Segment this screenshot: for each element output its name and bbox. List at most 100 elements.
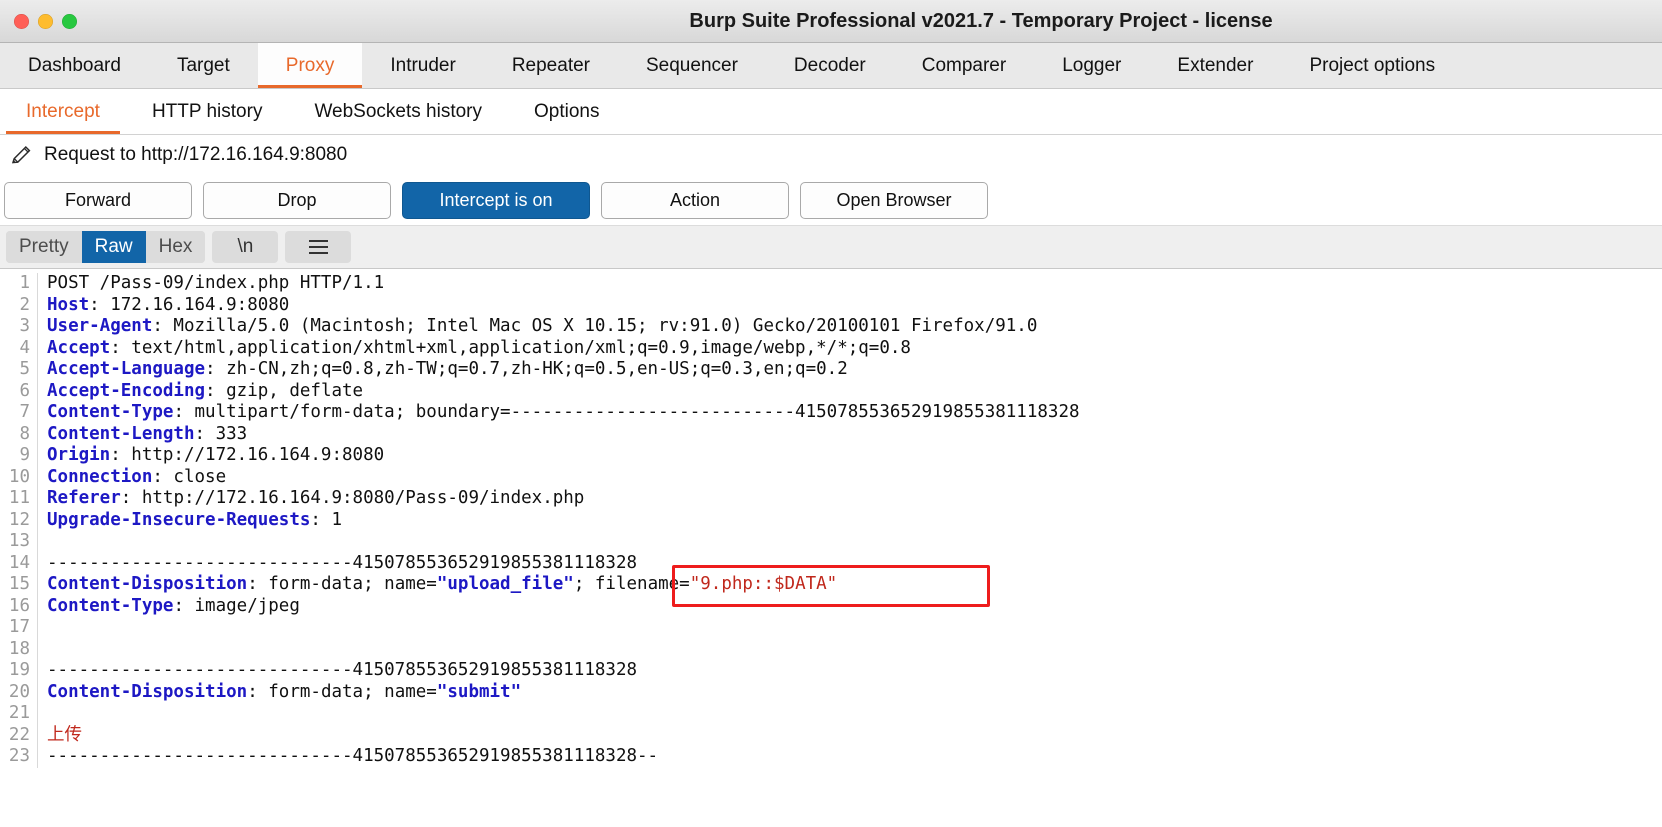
line-number: 5 [19,359,30,379]
view-mode-segmented-control: Pretty Raw Hex [6,231,206,263]
code-token: "submit" [436,681,522,702]
code-line[interactable]: Content-Length: 333 [47,424,1662,446]
code-token: Content-Disposition [47,681,248,702]
line-number: 1 [19,273,30,293]
intercept-action-buttons: Forward Drop Intercept is on Action Open Bro… [0,175,1662,225]
code-token: -----------------------------41507855365… [47,746,659,766]
code-token: -----------------------------41507855365… [47,660,638,680]
code-token: : Mozilla/5.0 (Macintosh; Intel Mac OS X… [152,316,1038,336]
pencil-icon [10,143,34,167]
code-token: : http://172.16.164.9:8080/Pass-09/index… [120,488,585,508]
line-number: 8 [19,423,30,444]
open-browser-button[interactable]: Open Browser [800,181,988,219]
code-token: Host [47,294,90,315]
main-tab-proxy[interactable]: Proxy [257,43,363,88]
main-tab-logger[interactable]: Logger [1034,43,1149,88]
code-line[interactable]: Content-Disposition: form-data; name="up… [47,574,1662,596]
code-token: : zh-CN,zh;q=0.8,zh-TW;q=0.7,zh-HK;q=0.5… [205,359,848,379]
code-token: "upload_file" [436,574,574,594]
code-token: -----------------------------41507855365… [47,552,638,573]
code-line[interactable]: Host: 172.16.164.9:8080 [47,295,1662,317]
action-button[interactable]: Action [601,181,789,219]
sub-tab-intercept[interactable]: Intercept [0,89,126,134]
hamburger-menu-icon[interactable] [285,231,352,263]
main-tab-sequencer[interactable]: Sequencer [618,43,766,88]
code-line[interactable] [47,617,1662,639]
line-number: 16 [8,595,30,616]
code-token: : 172.16.164.9:8080 [89,294,290,315]
code-line[interactable]: Connection: close [47,467,1662,489]
window-title-bar: Burp Suite Professional v2021.7 - Tempor… [0,0,1662,43]
line-number: 21 [8,703,30,723]
intercept-is-on-button[interactable]: Intercept is on [402,181,590,219]
request-editor[interactable]: 1 2 3 4 5 6 7 8 9 10 11 12 13 14 15 16 17 18 19 20 21 22 23 PO… [0,269,1662,827]
code-token: Upgrade-Insecure-Requests [47,509,311,530]
code-token: : multipart/form-data; boundary=--------… [173,402,1080,422]
forward-button[interactable]: Forward [4,181,192,219]
code-token: POST /Pass-09/index.php HTTP/1.1 [47,273,385,293]
code-token: : 333 [194,423,248,444]
code-line[interactable]: Accept: text/html,application/xhtml+xml,… [47,338,1662,360]
code-token: Content-Disposition [47,574,248,594]
show-newlines-button[interactable]: \n [212,231,279,263]
line-number-gutter: 1 2 3 4 5 6 7 8 9 10 11 12 13 14 15 16 17 18 19 20 21 22 23 [0,273,38,768]
line-number: 17 [8,617,30,637]
line-number: 20 [8,681,30,702]
code-line[interactable]: Accept-Language: zh-CN,zh;q=0.8,zh-TW;q=… [47,359,1662,381]
code-line[interactable]: -----------------------------41507855365… [47,660,1662,682]
request-target-label: Request to http://172.16.164.9:8080 [44,144,348,165]
main-tab-bar: Dashboard Target Proxy Intruder Repeater Sequ… [0,43,1662,89]
code-line[interactable] [47,639,1662,661]
sub-tab-websockets-history[interactable]: WebSockets history [288,89,508,134]
code-line[interactable]: User-Agent: Mozilla/5.0 (Macintosh; Inte… [47,316,1662,338]
code-token: : image/jpeg [173,595,300,616]
code-token: Accept-Language [47,359,206,379]
code-token: Content-Type [47,595,174,616]
code-token: : close [152,466,227,487]
view-mode-hex[interactable]: Hex [145,231,206,263]
main-tab-intruder[interactable]: Intruder [362,43,483,88]
line-number: 9 [19,445,30,465]
sub-tab-options[interactable]: Options [508,89,625,134]
sub-tab-http-history[interactable]: HTTP history [126,89,289,134]
main-tab-decoder[interactable]: Decoder [766,43,894,88]
code-line[interactable] [47,703,1662,725]
message-view-toolbar: Pretty Raw Hex \n [0,225,1662,269]
code-line[interactable]: Referer: http://172.16.164.9:8080/Pass-0… [47,488,1662,510]
main-tab-extender[interactable]: Extender [1149,43,1281,88]
code-line[interactable]: POST /Pass-09/index.php HTTP/1.1 [47,273,1662,295]
code-line[interactable]: Content-Type: multipart/form-data; bound… [47,402,1662,424]
request-header-row: Request to http://172.16.164.9:8080 [0,135,1662,175]
code-line[interactable]: Accept-Encoding: gzip, deflate [47,381,1662,403]
line-number: 19 [8,660,30,680]
code-line[interactable]: Upgrade-Insecure-Requests: 1 [47,510,1662,532]
view-mode-pretty[interactable]: Pretty [6,231,82,263]
proxy-sub-tab-bar: Intercept HTTP history WebSockets history O… [0,89,1662,135]
code-line[interactable]: -----------------------------41507855365… [47,553,1662,575]
code-line[interactable]: Origin: http://172.16.164.9:8080 [47,445,1662,467]
main-tab-target[interactable]: Target [149,43,258,88]
line-number: 3 [19,316,30,336]
main-tab-dashboard[interactable]: Dashboard [0,43,149,88]
code-line[interactable] [47,531,1662,553]
line-number: 4 [19,337,30,358]
code-token: Referer [47,488,121,508]
code-token: Content-Length [47,423,195,444]
code-token: "9.php::$DATA" [689,574,838,594]
line-number: 2 [19,294,30,315]
main-tab-repeater[interactable]: Repeater [484,43,618,88]
main-tab-project-options[interactable]: Project options [1281,43,1463,88]
code-line[interactable]: Content-Type: image/jpeg [47,596,1662,618]
code-line[interactable]: -----------------------------41507855365… [47,746,1662,768]
line-number: 15 [8,574,30,594]
code-token: : form-data; name= [247,681,437,702]
code-line[interactable]: Content-Disposition: form-data; name="su… [47,682,1662,704]
request-code-lines[interactable]: POST /Pass-09/index.php HTTP/1.1 Host: 17… [38,273,1662,768]
code-token: User-Agent [47,316,153,336]
code-token: 上传 [47,724,82,745]
code-line[interactable]: 上传 [47,725,1662,747]
main-tab-comparer[interactable]: Comparer [894,43,1034,88]
drop-button[interactable]: Drop [203,181,391,219]
view-mode-raw[interactable]: Raw [81,231,146,263]
code-token: : text/html,application/xhtml+xml,applic… [110,337,911,358]
